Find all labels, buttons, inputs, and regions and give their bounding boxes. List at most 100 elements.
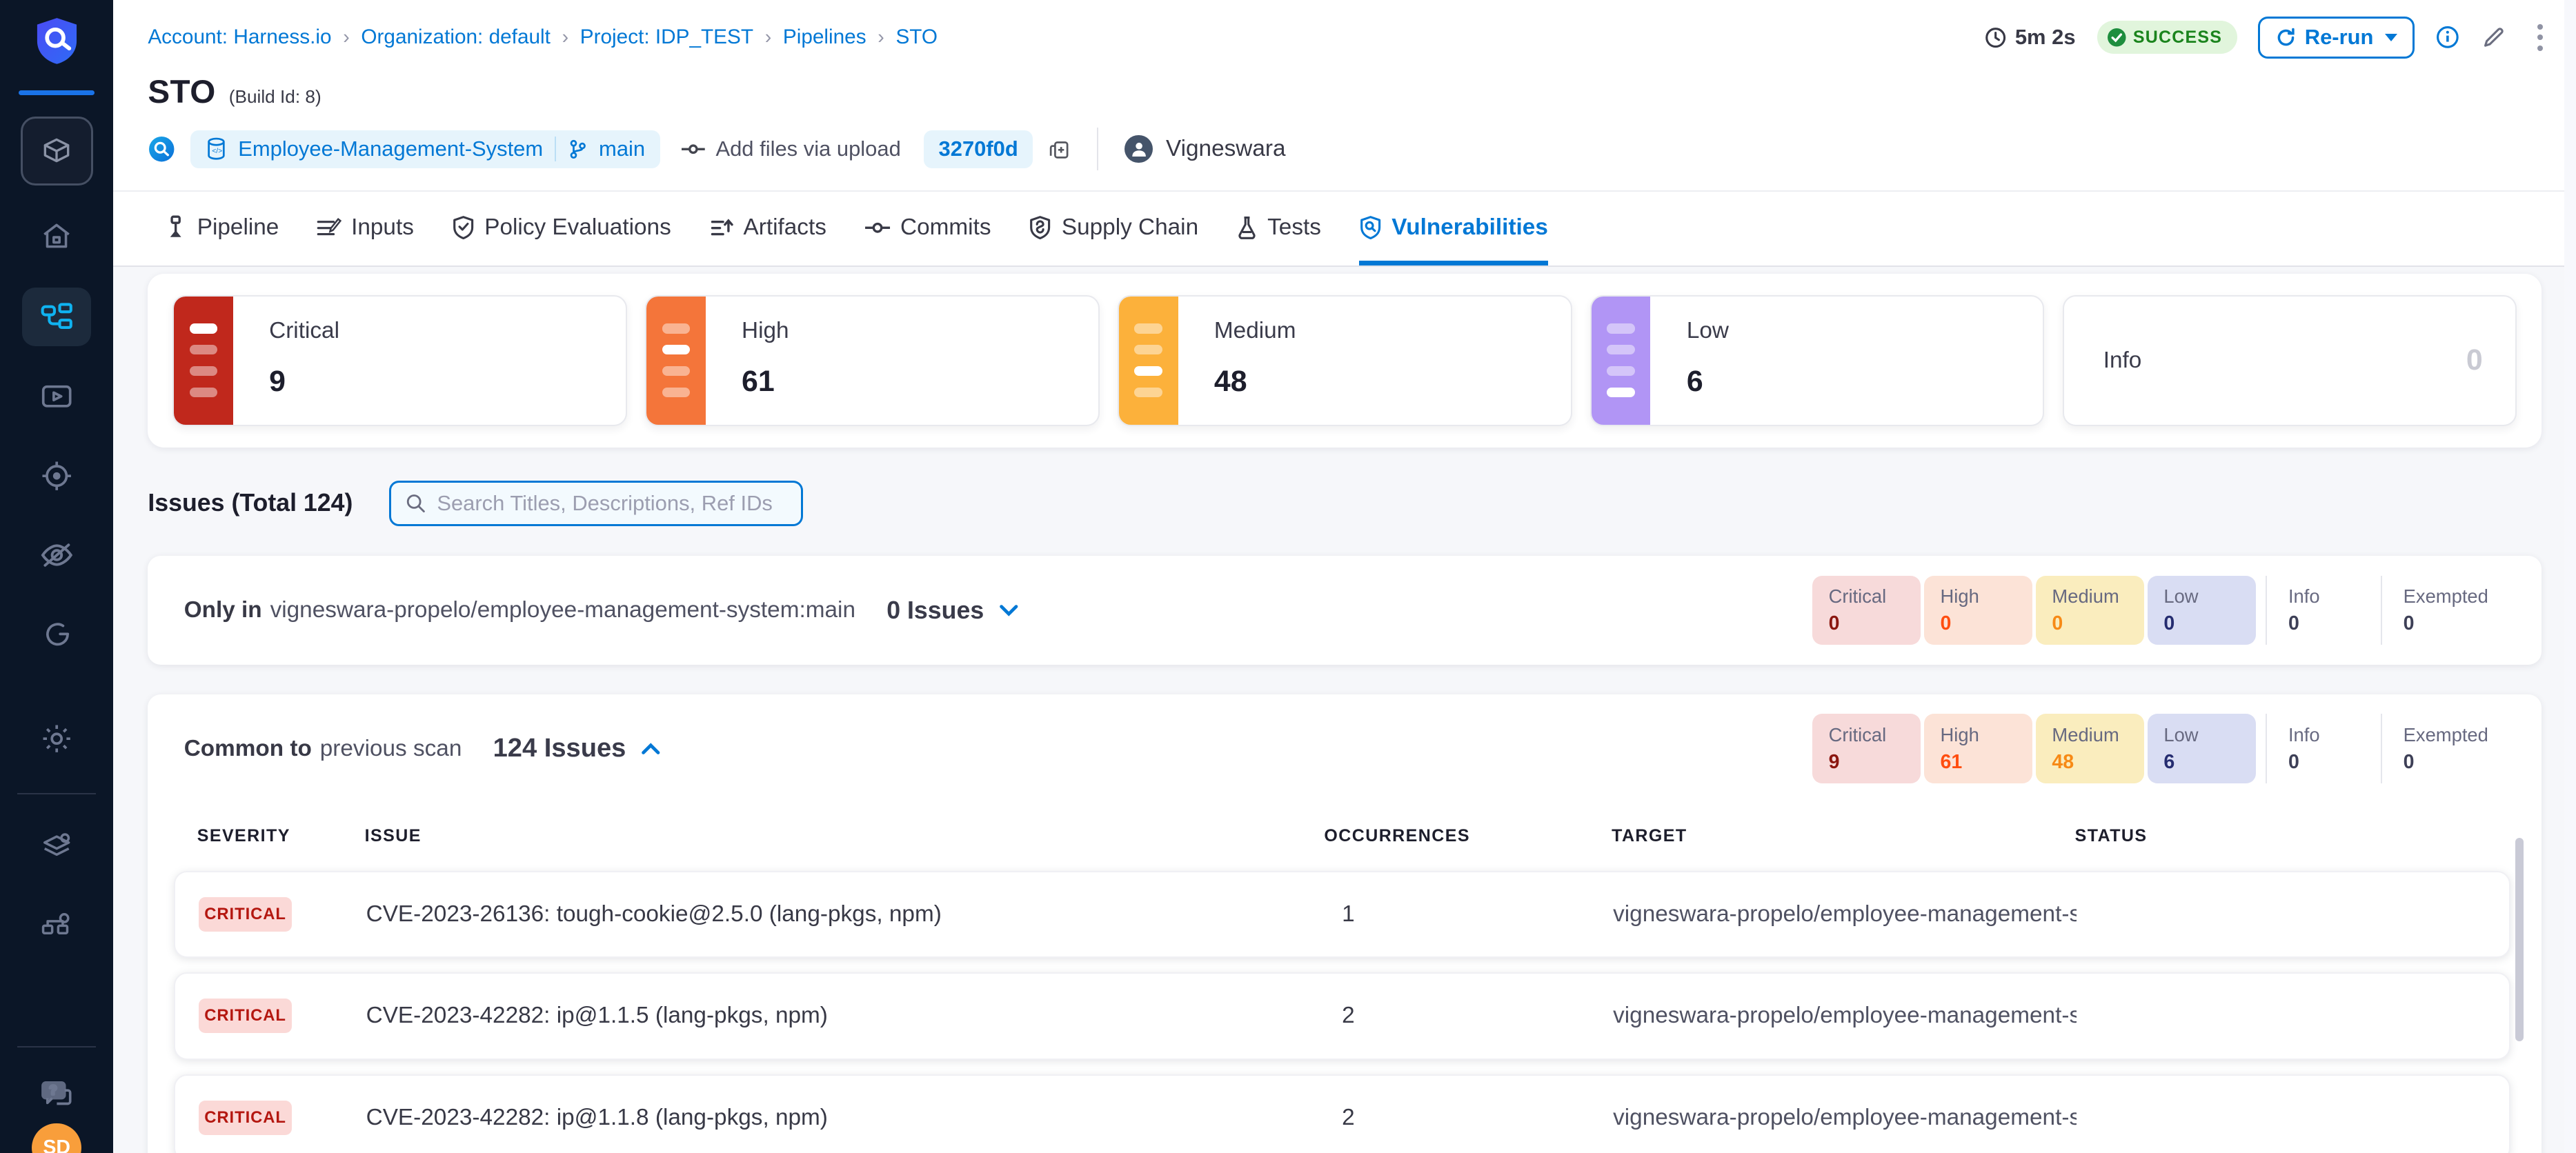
pill-low: Low0: [2148, 576, 2256, 645]
card-label: Info: [2103, 348, 2142, 374]
build-info-button[interactable]: [2435, 25, 2460, 50]
rerun-button[interactable]: Re-run: [2258, 17, 2414, 59]
issue-title: CVE-2023-26136: tough-cookie@2.5.0 (lang…: [366, 901, 1326, 928]
section-prefix: Only in: [184, 597, 262, 623]
branch-icon: [568, 139, 588, 160]
occurrences-count: 2: [1325, 1105, 1613, 1131]
sidebar: ? SD: [0, 0, 113, 1153]
breadcrumb-pipelines[interactable]: Pipelines: [783, 26, 866, 49]
sidebar-divider: [17, 793, 96, 794]
breadcrumb-sto[interactable]: STO: [895, 26, 938, 49]
sto-shield-logo[interactable]: [29, 13, 85, 69]
issues-list-scrollbar[interactable]: [2515, 838, 2524, 1041]
sidebar-item-pipelines[interactable]: [22, 288, 91, 347]
tab-supply-chain[interactable]: Supply Chain: [1029, 192, 1198, 266]
header-actions: 5m 2s SUCCESS Re-run: [1984, 17, 2553, 59]
sidebar-item-hidden-tests[interactable]: [24, 527, 90, 583]
sidebar-item-settings[interactable]: [24, 711, 90, 767]
table-row[interactable]: CRITICAL CVE-2023-42282: ip@1.1.8 (lang-…: [174, 1074, 2510, 1153]
severity-badge: CRITICAL: [199, 1101, 293, 1135]
sidebar-item-get-started[interactable]: [24, 606, 90, 662]
repository-icon: </>: [206, 137, 227, 160]
target-name: vigneswara-propelo/employee-management-s…: [1613, 901, 2077, 928]
chevron-down-icon[interactable]: [999, 604, 1019, 617]
tab-vulnerabilities[interactable]: Vulnerabilities: [1359, 192, 1548, 266]
severity-summary-panel: Critical9 High61 Medium48 Low6 Info0: [148, 274, 2542, 448]
pill-critical: Critical0: [1812, 576, 1921, 645]
tab-pipeline[interactable]: Pipeline: [164, 192, 279, 266]
medium-severity-icon: [1119, 297, 1178, 425]
section-scope: vigneswara-propelo/employee-management-s…: [270, 597, 855, 623]
issues-total-heading: Issues (Total 124): [148, 489, 353, 517]
sidebar-item-default-settings[interactable]: [24, 818, 90, 874]
tab-artifacts[interactable]: Artifacts: [709, 192, 826, 266]
breadcrumb-separator: ›: [562, 26, 569, 49]
home-icon: [39, 219, 74, 254]
sidebar-item-module-cube[interactable]: [21, 117, 93, 186]
issues-search[interactable]: [389, 481, 803, 527]
eye-off-icon: [38, 538, 76, 572]
executions-icon: [39, 381, 75, 414]
low-severity-icon: [1592, 297, 1651, 425]
breadcrumb: Account: Harness.io › Organization: defa…: [148, 17, 2553, 59]
summary-card-high: High61: [645, 295, 1100, 427]
card-count: 0: [2466, 343, 2483, 377]
sidebar-item-pipeline-settings[interactable]: [24, 896, 90, 952]
artifacts-icon: [709, 217, 734, 239]
section-common-to: Common to previous scan 124 Issues Criti…: [148, 694, 2542, 1153]
table-row[interactable]: CRITICAL CVE-2023-26136: tough-cookie@2.…: [174, 871, 2510, 958]
summary-card-info: Info 0: [2063, 295, 2517, 427]
inputs-tab-icon: [317, 217, 341, 239]
search-input[interactable]: [437, 491, 786, 516]
pipelines-icon: [39, 301, 75, 334]
sidebar-item-executions[interactable]: [24, 370, 90, 425]
more-options-button[interactable]: [2528, 21, 2553, 54]
card-label: High: [742, 318, 789, 344]
user-avatar[interactable]: SD: [32, 1123, 81, 1153]
search-icon: [406, 492, 425, 514]
card-label: Low: [1687, 318, 1729, 344]
repo-name: Employee-Management-System: [238, 137, 543, 161]
breadcrumb-account[interactable]: Account: Harness.io: [148, 26, 331, 49]
issues-header-row: Issues (Total 124): [148, 481, 2542, 527]
vulnerabilities-content: Critical9 High61 Medium48 Low6 Info0: [113, 267, 2576, 1153]
tab-tests[interactable]: Tests: [1236, 192, 1321, 266]
repo-branch-pill[interactable]: </> Employee-Management-System main: [190, 130, 660, 168]
title-row: STO (Build Id: 8): [148, 73, 2553, 111]
sidebar-item-home[interactable]: [24, 208, 90, 264]
branch-name: main: [599, 137, 645, 161]
edit-pipeline-button[interactable]: [2481, 25, 2506, 50]
tab-policy-evaluations[interactable]: Policy Evaluations: [452, 192, 671, 266]
summary-card-medium: Medium48: [1118, 295, 1572, 427]
pill-high: High61: [1924, 714, 2032, 783]
section-common-to-header[interactable]: Common to previous scan 124 Issues Criti…: [148, 694, 2542, 803]
severity-count-pills: Critical0 High0 Medium0 Low0 Info0 Exemp…: [1809, 576, 2508, 645]
issues-table-header: SEVERITY ISSUE OCCURRENCES TARGET STATUS: [148, 803, 2542, 846]
breadcrumb-project[interactable]: Project: IDP_TEST: [580, 26, 753, 49]
severity-badge: CRITICAL: [199, 897, 293, 932]
target-name: vigneswara-propelo/employee-management-s…: [1613, 1105, 2077, 1131]
header-divider: [1097, 128, 1098, 170]
sidebar-item-help[interactable]: ?: [24, 1067, 90, 1123]
power-icon: [39, 616, 74, 651]
column-issue: ISSUE: [365, 826, 1325, 846]
tab-inputs[interactable]: Inputs: [317, 192, 414, 266]
commit-sha[interactable]: 3270f0d: [924, 130, 1033, 168]
breadcrumb-separator: ›: [343, 26, 350, 49]
tab-commits[interactable]: Commits: [864, 192, 991, 266]
sidebar-item-targets[interactable]: [24, 448, 90, 504]
cube-icon: [39, 134, 74, 168]
chevron-up-icon[interactable]: [641, 742, 661, 755]
summary-card-critical: Critical9: [172, 295, 627, 427]
section-only-in: Only in vigneswara-propelo/employee-mana…: [148, 556, 2542, 665]
column-status: STATUS: [2075, 826, 2542, 846]
section-only-in-header[interactable]: Only in vigneswara-propelo/employee-mana…: [148, 556, 2542, 665]
table-row[interactable]: CRITICAL CVE-2023-42282: ip@1.1.5 (lang-…: [174, 972, 2510, 1059]
page-scrollbar-track[interactable]: [2564, 0, 2576, 1153]
gear-icon: [39, 721, 75, 756]
issues-table-body: CRITICAL CVE-2023-26136: tough-cookie@2.…: [148, 846, 2542, 1153]
tests-flask-icon: [1236, 215, 1258, 240]
breadcrumb-org[interactable]: Organization: default: [361, 26, 551, 49]
copy-sha-button[interactable]: [1048, 137, 1071, 161]
execution-tabbar: Pipeline Inputs Policy Evaluations Artif…: [113, 192, 2576, 268]
